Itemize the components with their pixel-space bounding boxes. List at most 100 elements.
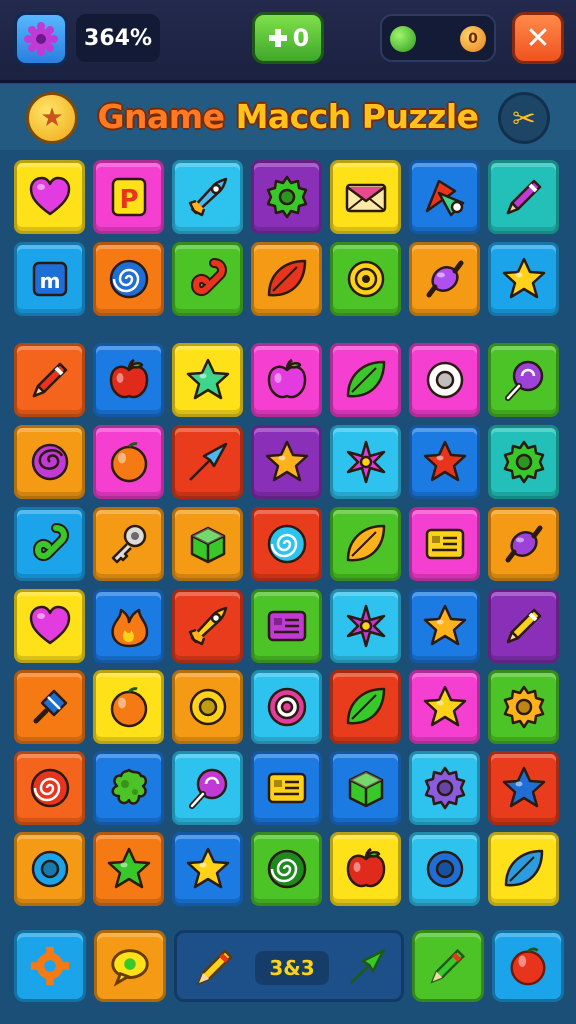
kite-icon <box>425 179 464 217</box>
tile-pencil[interactable] <box>14 343 85 417</box>
tile-ring[interactable] <box>172 670 243 744</box>
tile-leaf[interactable] <box>251 242 322 316</box>
top-bar: 364% 0 0 ✕ <box>0 0 576 83</box>
ring-icon <box>189 688 226 726</box>
candy-icon <box>426 260 463 298</box>
tile-rocket[interactable] <box>172 160 243 234</box>
tile-star[interactable] <box>172 832 243 906</box>
tile-splat[interactable] <box>93 751 164 825</box>
tile-apple[interactable] <box>330 832 401 906</box>
tile-star[interactable] <box>409 670 480 744</box>
tile-hook[interactable] <box>14 507 85 581</box>
tile-star[interactable] <box>488 751 559 825</box>
tile-leaf[interactable] <box>330 670 401 744</box>
currency-meter: 0 <box>380 14 496 62</box>
tile-gear[interactable] <box>409 751 480 825</box>
tile-snail[interactable] <box>330 242 401 316</box>
pencil-icon[interactable] <box>191 943 239 991</box>
pencil-icon <box>32 362 67 398</box>
tile-orange[interactable] <box>93 425 164 499</box>
apple-icon <box>109 358 148 399</box>
tile-pin[interactable] <box>14 670 85 744</box>
tile-card[interactable] <box>409 507 480 581</box>
tile-flame[interactable] <box>93 589 164 663</box>
tile-heart[interactable] <box>14 589 85 663</box>
add-button[interactable]: 0 <box>252 12 324 64</box>
tile-spiral[interactable] <box>251 832 322 906</box>
tile-star[interactable] <box>409 589 480 663</box>
tile-leaf[interactable] <box>330 507 401 581</box>
tile-key[interactable] <box>93 507 164 581</box>
tile-card[interactable] <box>251 589 322 663</box>
target-icon <box>267 687 306 727</box>
tile-ring[interactable] <box>14 832 85 906</box>
tile-kite[interactable] <box>409 160 480 234</box>
candy-icon <box>505 525 542 563</box>
chat-icon <box>111 949 149 987</box>
tile-arrow[interactable] <box>172 425 243 499</box>
tile-rose[interactable] <box>14 425 85 499</box>
settings-button[interactable] <box>14 930 86 1002</box>
tile-ring[interactable] <box>409 832 480 906</box>
star-badge-button[interactable]: ★ <box>26 92 78 144</box>
tile-spiral[interactable] <box>251 507 322 581</box>
tile-candy[interactable] <box>488 507 559 581</box>
fruit-button[interactable] <box>492 930 564 1002</box>
leaf-icon <box>346 524 385 562</box>
tile-star[interactable] <box>251 425 322 499</box>
star-icon <box>186 847 229 889</box>
tile-flower[interactable] <box>330 589 401 663</box>
tile-orange[interactable] <box>93 670 164 744</box>
tile-card[interactable] <box>251 751 322 825</box>
heart-icon <box>29 176 70 216</box>
spiral-icon <box>267 524 306 564</box>
player-avatar-button[interactable] <box>14 12 68 66</box>
tile-m-badge[interactable]: m <box>14 242 85 316</box>
tile-star[interactable] <box>409 425 480 499</box>
cube-icon <box>348 770 383 808</box>
tile-target[interactable] <box>251 670 322 744</box>
svg-text:m: m <box>39 269 60 293</box>
rocket-icon <box>188 606 227 646</box>
tile-star[interactable] <box>93 832 164 906</box>
flower-icon <box>346 440 385 484</box>
rocket-icon <box>188 177 227 217</box>
gem-icon <box>390 26 416 52</box>
draw-button[interactable] <box>412 930 484 1002</box>
tile-gear[interactable] <box>488 670 559 744</box>
tile-apple[interactable] <box>251 343 322 417</box>
tile-lollipop[interactable] <box>488 343 559 417</box>
card-icon <box>425 528 464 560</box>
tile-cube[interactable] <box>330 751 401 825</box>
gear-icon <box>30 946 70 986</box>
tile-spiral[interactable] <box>14 751 85 825</box>
tile-candy[interactable] <box>409 242 480 316</box>
tile-gear[interactable] <box>251 160 322 234</box>
tile-envelope[interactable] <box>330 160 401 234</box>
tile-leaf[interactable] <box>488 832 559 906</box>
tile-star[interactable] <box>488 242 559 316</box>
pin-icon <box>33 689 67 724</box>
tile-pencil[interactable] <box>488 160 559 234</box>
tile-leaf[interactable] <box>330 343 401 417</box>
tile-lollipop[interactable] <box>172 751 243 825</box>
tile-p-badge[interactable]: P <box>93 160 164 234</box>
arrow-icon[interactable] <box>343 943 391 991</box>
tile-cube[interactable] <box>172 507 243 581</box>
tile-heart[interactable] <box>14 160 85 234</box>
tile-flower[interactable] <box>330 425 401 499</box>
lollipop-icon <box>504 360 543 401</box>
tile-rocket[interactable] <box>172 589 243 663</box>
spiral-icon <box>267 849 306 889</box>
bottom-bar: 3&3 <box>0 922 576 1022</box>
tile-spiral[interactable] <box>93 242 164 316</box>
tile-apple[interactable] <box>93 343 164 417</box>
tile-hook[interactable] <box>172 242 243 316</box>
close-button[interactable]: ✕ <box>512 12 564 64</box>
tile-star[interactable] <box>172 343 243 417</box>
tile-pencil[interactable] <box>488 589 559 663</box>
chat-button[interactable] <box>94 930 166 1002</box>
tile-ring[interactable] <box>409 343 480 417</box>
tile-gear[interactable] <box>488 425 559 499</box>
tools-button[interactable]: ✂ <box>498 92 550 144</box>
